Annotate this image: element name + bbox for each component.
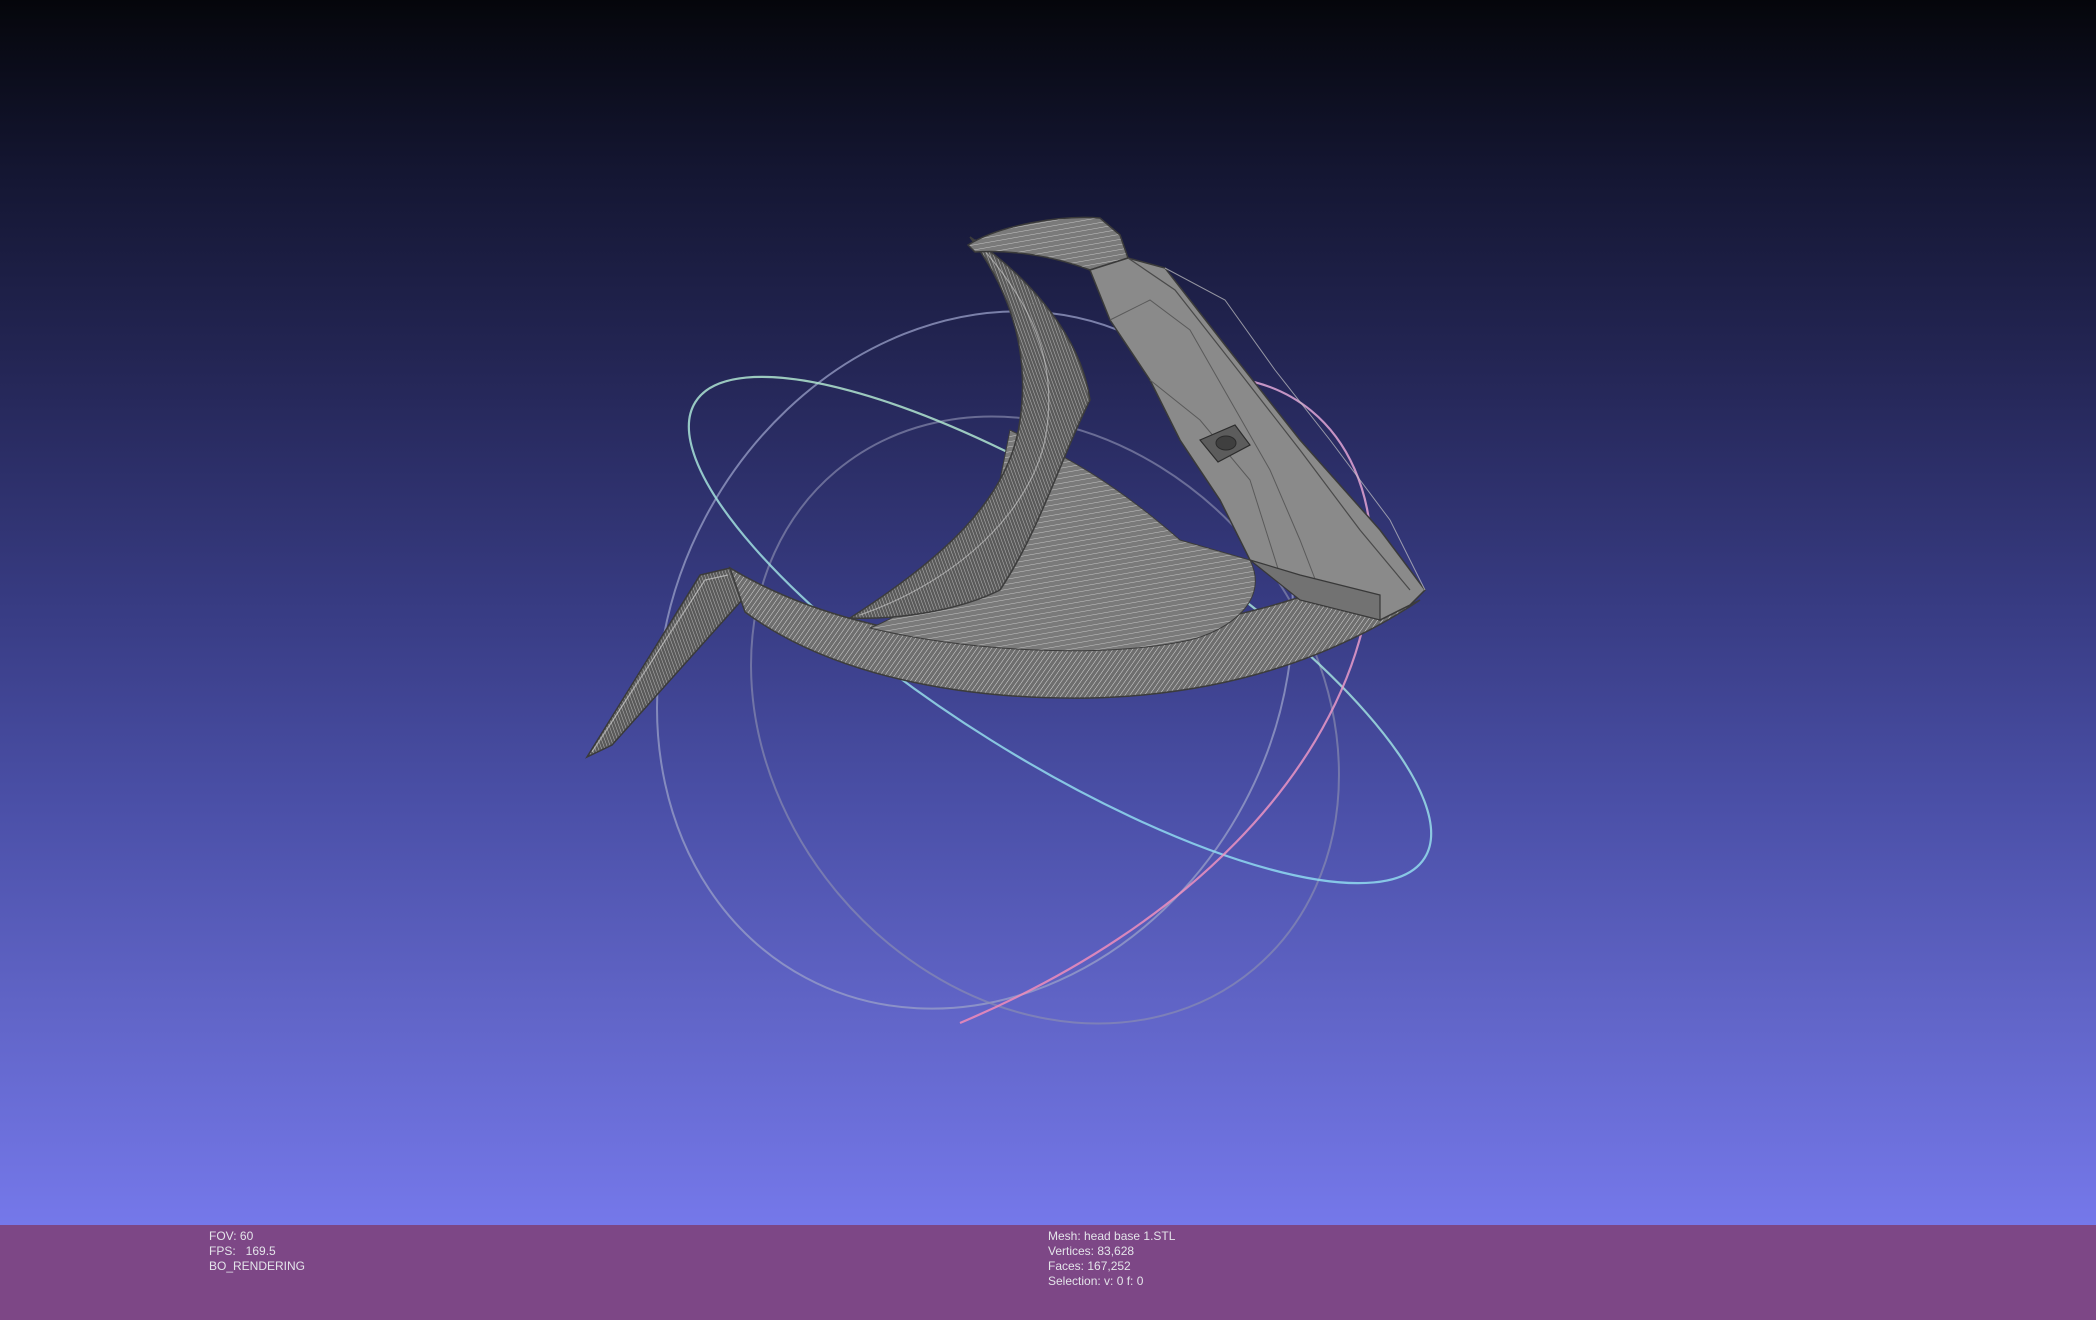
3d-viewport[interactable] bbox=[0, 0, 2096, 1225]
render-mode-readout: BO_RENDERING bbox=[209, 1259, 306, 1273]
scene-canvas[interactable] bbox=[0, 0, 2096, 1225]
selection-readout: Selection: v: 0 f: 0 bbox=[1048, 1274, 1144, 1288]
mesh-name-readout: Mesh: head base 1.STL bbox=[1048, 1229, 1176, 1243]
mesh-model[interactable] bbox=[585, 216, 1426, 759]
fov-readout: FOV: 60 bbox=[209, 1229, 254, 1243]
render-info-panel: FOV: 60 FPS: 169.5 BO_RENDERING bbox=[209, 1229, 305, 1274]
faces-readout: Faces: 167,252 bbox=[1048, 1259, 1131, 1273]
vertices-readout: Vertices: 83,628 bbox=[1048, 1244, 1135, 1258]
fps-readout: FPS: 169.5 bbox=[209, 1244, 276, 1258]
mesh-info-panel: Mesh: head base 1.STL Vertices: 83,628 F… bbox=[1048, 1229, 1175, 1289]
status-info-bar: FOV: 60 FPS: 169.5 BO_RENDERING Mesh: he… bbox=[0, 1225, 2096, 1320]
